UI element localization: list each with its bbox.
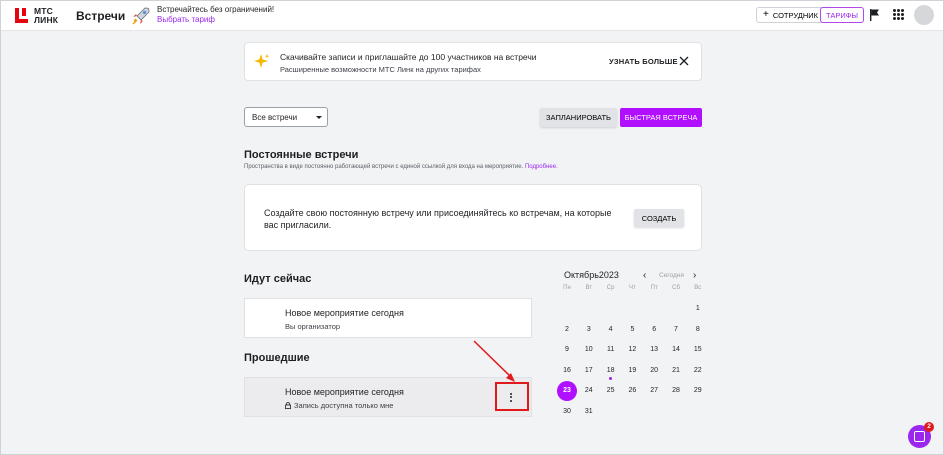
calendar-day[interactable]: 7 [666, 320, 686, 340]
event-dot [609, 376, 613, 380]
calendar-day[interactable]: 1 [688, 299, 708, 319]
past-heading: Прошедшие [244, 352, 310, 364]
meetings-filter-select[interactable]: Все встречи [244, 107, 328, 127]
calendar-month-title: Октябрь2023 [564, 270, 619, 280]
calendar-day[interactable]: 15 [688, 340, 708, 360]
apps-grid-icon[interactable] [893, 9, 904, 20]
event-title: Новое мероприятие сегодня [285, 308, 404, 318]
chevron-down-icon [316, 116, 322, 119]
weekday-label: Сб [672, 285, 680, 291]
annotation-arrow [473, 340, 515, 382]
calendar-today-button[interactable]: Сегодня [659, 272, 684, 279]
calendar-day[interactable]: 28 [666, 381, 686, 401]
calendar-day[interactable]: 11 [601, 340, 621, 360]
chat-button[interactable]: 2 [908, 422, 934, 448]
weekday-label: Вт [585, 285, 593, 291]
calendar-day[interactable]: 13 [644, 340, 664, 360]
learn-more-link[interactable]: УЗНАТЬ БОЛЬШЕ [609, 57, 678, 66]
calendar-day[interactable]: 9 [557, 340, 577, 360]
schedule-button[interactable]: ЗАПЛАНИРОВАТЬ [540, 108, 617, 127]
app-title: Встречи [76, 9, 126, 23]
permanent-meetings-card: Создайте свою постоянную встречу или при… [244, 184, 702, 251]
calendar-day[interactable]: 24 [579, 381, 599, 401]
calendar-day[interactable]: 10 [579, 340, 599, 360]
add-employee-button[interactable]: + СОТРУДНИК [756, 7, 826, 23]
mts-logo-icon[interactable] [15, 8, 28, 23]
weekday-label: Пт [650, 285, 658, 291]
event-recording-text: Запись доступна только мне [294, 401, 394, 410]
calendar-day[interactable]: 21 [666, 361, 686, 381]
create-button[interactable]: СОЗДАТЬ [634, 209, 684, 227]
weekday-label: Вс [694, 285, 702, 291]
logo-line2: ЛИНК [34, 14, 59, 25]
close-icon[interactable] [679, 56, 689, 66]
permanent-description-text: Пространства в виде постоянно работающей… [244, 164, 524, 170]
event-role: Вы организатор [285, 322, 340, 331]
calendar-day[interactable]: 19 [622, 361, 642, 381]
chat-icon [914, 431, 925, 442]
promo-text: Встречайтесь без ограничений! [157, 5, 275, 14]
calendar-day[interactable]: 4 [601, 320, 621, 340]
logo-text: МТС ЛИНК [34, 7, 58, 24]
calendar-day[interactable]: 12 [622, 340, 642, 360]
calendar-day[interactable]: 27 [644, 381, 664, 401]
add-employee-label: СОТРУДНИК [772, 10, 819, 20]
calendar-day-selected[interactable]: 23 [557, 381, 577, 402]
flag-icon[interactable] [869, 8, 881, 22]
more-info-link[interactable]: Подробнее. [525, 164, 558, 170]
permanent-card-text: Создайте свою постоянную встречу или при… [264, 208, 612, 230]
weekday-label: Чт [629, 285, 636, 291]
chevron-left-icon[interactable]: ‹ [643, 270, 646, 281]
weekday-label: Ср [606, 285, 615, 291]
calendar-day[interactable]: 16 [557, 361, 577, 381]
calendar-day[interactable]: 31 [579, 402, 599, 422]
calendar-day[interactable]: 29 [688, 381, 708, 401]
ongoing-heading: Идут сейчас [244, 273, 312, 285]
calendar-day[interactable]: 20 [644, 361, 664, 381]
calendar-day[interactable]: 6 [644, 320, 664, 340]
avatar[interactable] [914, 5, 934, 25]
chevron-right-icon[interactable]: › [693, 270, 696, 281]
lock-icon [285, 402, 291, 409]
tariffs-button[interactable]: ТАРИФЫ [820, 7, 865, 23]
event-recording-access: Запись доступна только мне [285, 401, 393, 410]
banner-title: Скачивайте записи и приглашайте до 100 у… [280, 52, 537, 62]
calendar-day[interactable]: 8 [688, 320, 708, 340]
weekday-label: Пн [563, 285, 571, 291]
calendar-day[interactable]: 25 [601, 381, 621, 401]
highlight-box [495, 382, 529, 411]
calendar-day[interactable]: 22 [688, 361, 708, 381]
rocket-icon [132, 7, 150, 25]
permanent-meetings-heading: Постоянные встречи [244, 149, 359, 161]
event-title: Новое мероприятие сегодня [285, 387, 404, 397]
banner-subtitle: Расширенные возможности МТС Линк на друг… [280, 65, 481, 74]
plus-icon: + [763, 9, 769, 20]
chat-badge: 2 [924, 422, 934, 432]
calendar-day[interactable]: 5 [622, 320, 642, 340]
upgrade-banner: Скачивайте записи и приглашайте до 100 у… [244, 42, 702, 81]
quick-meeting-button[interactable]: БЫСТРАЯ ВСТРЕЧА [620, 108, 702, 127]
calendar-day[interactable]: 30 [557, 402, 577, 422]
calendar-day[interactable]: 2 [557, 320, 577, 340]
promo: Встречайтесь без ограничений! Выбрать та… [157, 5, 274, 25]
filter-value: Все встречи [252, 113, 298, 122]
calendar-day[interactable]: 3 [579, 320, 599, 340]
ongoing-event-card[interactable]: Новое мероприятие сегодня Вы организатор [244, 298, 532, 338]
event-role-text: Вы организатор [285, 322, 341, 331]
choose-tariff-link[interactable]: Выбрать тариф [157, 15, 274, 25]
sparkle-icon [254, 54, 270, 68]
calendar-day[interactable]: 26 [622, 381, 642, 401]
permanent-meetings-description: Пространства в виде постоянно работающей… [244, 164, 558, 170]
calendar-day[interactable]: 17 [579, 361, 599, 381]
calendar-day[interactable]: 14 [666, 340, 686, 360]
top-bar: МТС ЛИНК Встречи Встречайтесь без ограни… [0, 0, 944, 31]
